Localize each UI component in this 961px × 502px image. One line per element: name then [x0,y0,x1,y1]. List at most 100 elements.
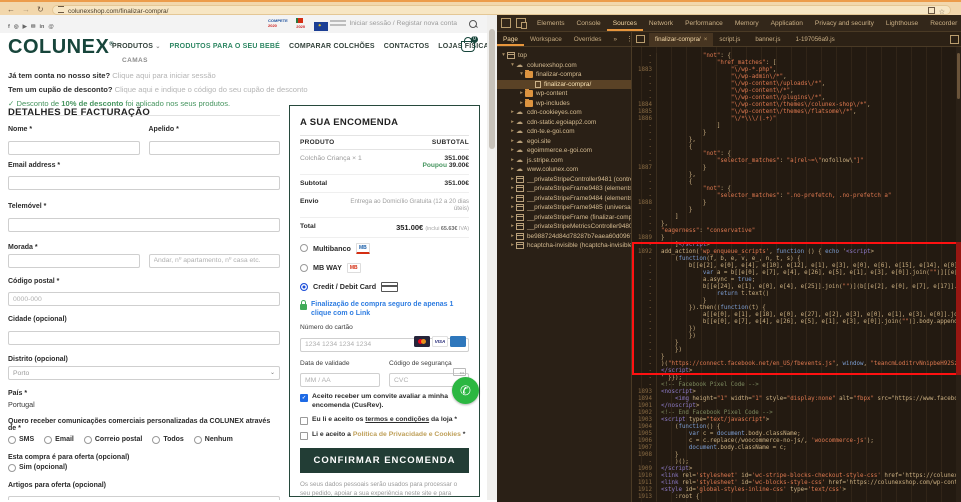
gift-items-field[interactable] [8,496,280,500]
line-number: - [632,74,657,81]
city-field[interactable] [8,331,280,345]
nav-item[interactable]: PRODUTOS ⌄ [112,43,161,50]
file-tree-item[interactable]: ▸js.stripe.com [497,156,631,166]
line-number: 1909 [632,466,657,473]
devtools-tab[interactable]: Console [571,16,607,31]
reload-icon[interactable]: ↻ [37,4,44,15]
file-tree-item[interactable]: ▸be988724d84d78287b7eaea60d0967d8 (final… [497,232,631,242]
gift-yes-radio[interactable]: Sim (opcional) [8,464,280,472]
devtools-tab[interactable]: Recorder [924,16,961,31]
editor-overflow-icon[interactable] [950,35,959,44]
comms-radio[interactable]: Correio postal [84,436,142,444]
devtools-tab[interactable]: Application [765,16,809,31]
file-tree-item[interactable]: ▾finalizar-compra [497,70,631,80]
toggle-navigator-icon[interactable] [636,35,645,43]
privacy-checkbox[interactable]: Li e aceito a Política de Privacidade e … [300,431,469,440]
nav-item[interactable]: CONTACTOS [384,43,430,50]
scrollbar-thumb[interactable] [957,53,960,99]
email-field[interactable] [8,176,280,190]
code-editor[interactable]: - "not": {- "href_matches": [1883 "\/wp-… [632,47,961,502]
file-tree-item[interactable]: ▸__privateStripeFrame9484 (elements-inne… [497,194,631,204]
devtools-tab[interactable]: Sources [607,16,643,31]
line-number: - [632,354,657,361]
device-toolbar-icon[interactable] [516,18,526,28]
back-icon[interactable]: ← [7,4,15,15]
file-tree-item[interactable]: ▸__privateStripeMetricsController9480 (m… [497,222,631,232]
login-link[interactable]: Iniciar sessão / Registar nova conta [349,15,457,33]
file-tree-item[interactable]: ▸www.colunex.com [497,165,631,175]
first-name-field[interactable] [8,141,140,155]
expiry-field[interactable] [300,373,380,387]
last-name-field[interactable] [149,141,281,155]
site-logo[interactable]: COLUNEX® [8,36,114,59]
inspect-element-icon[interactable] [501,18,511,28]
payment-option[interactable]: Credit / Debit Card [300,277,469,296]
navigator-tab[interactable]: Page [497,33,524,46]
review-invite-checkbox[interactable]: ✓Aceito receber um convite avaliar a min… [300,393,469,410]
file-tree-item[interactable]: ▸egoi.site [497,137,631,147]
navigator-tab[interactable]: Overrides [568,33,608,46]
address-bar[interactable]: colunexshop.com/finalizar-compra/ ☆ [52,5,951,15]
coupon-toggle-link[interactable]: Clique aqui e indique o código do seu cu… [115,85,308,94]
editor-scrollbar[interactable] [956,47,961,502]
file-tab[interactable]: 1-197056a9.js [789,33,843,46]
district-select[interactable]: Porto⌄ [8,366,280,380]
scrollbar-thumb[interactable] [489,29,495,149]
postcode-field[interactable] [8,292,280,306]
file-tree-item[interactable]: ▸egoimmerce.e-goi.com [497,146,631,156]
file-tree-item[interactable]: ▸cdn-static.egoiapp2.com [497,118,631,128]
file-tree-item[interactable]: ▸cdn-te.e-goi.com [497,127,631,137]
file-tree-item[interactable]: ▸__privateStripeFrame9483 (elements-inne… [497,184,631,194]
page-scrollbar[interactable] [487,15,497,500]
devtools-tab[interactable]: Memory [729,16,765,31]
payment-option[interactable]: MB WAYMB [300,258,469,277]
file-tree-item[interactable]: ▸wp-includes [497,99,631,109]
address2-field[interactable] [149,254,281,268]
code-line: 1887 } [632,165,961,172]
login-toggle-link[interactable]: Clique aqui para iniciar sessão [112,71,215,80]
navigator-tab[interactable]: Workspace [524,33,568,46]
file-tree-item[interactable]: ▸cdn-cookieyes.com [497,108,631,118]
file-tree-item[interactable]: ▸__privateStripeFrame (finalizar-compra/… [497,213,631,223]
close-icon[interactable]: × [704,36,708,43]
payment-option[interactable]: MultibancoMB [300,238,469,258]
site-settings-icon[interactable] [58,6,64,13]
comms-radio[interactable]: SMS [8,436,34,444]
file-tree-item[interactable]: finalizar-compra/ [497,80,631,90]
navigator-tab[interactable]: » [608,33,624,46]
privacy-link[interactable]: Política de Privacidade e Cookies [353,431,461,438]
devtools-tab[interactable]: Lighthouse [880,16,924,31]
file-tree-item[interactable]: ▸__privateStripeFrame9485 (universal-lin… [497,203,631,213]
nav-item[interactable]: COMPARAR COLCHÕES [289,43,375,50]
nav-item[interactable]: PRODUTOS PARA O SEU BEBÉ [170,43,280,50]
comms-radio[interactable]: Todos [152,436,183,444]
devtools-tab[interactable]: Network [643,16,679,31]
terms-checkbox[interactable]: Eu li e aceito os termos e condições da … [300,416,469,425]
file-tree-item[interactable]: ▸wp-content [497,89,631,99]
file-tree-item[interactable]: ▾colunexshop.com [497,61,631,71]
file-tab[interactable]: banner.js [749,33,789,46]
file-tree-item[interactable]: ▾top [497,51,631,61]
comms-radio[interactable]: Email [44,436,74,444]
file-tab[interactable]: finalizar-compra/× [649,33,713,46]
devtools-tab[interactable]: Privacy and security [809,16,880,31]
devtools-tab[interactable]: Performance [679,16,729,31]
confirm-order-button[interactable]: CONFIRMAR ENCOMENDA [300,448,469,473]
devtools-tab[interactable]: Elements [531,16,571,31]
search-icon[interactable] [469,20,477,28]
chevron-down-icon: ⌄ [155,44,160,50]
line-number: - [632,228,657,235]
code-line: 1911<link rel='stylesheet' id='wc-blocks… [632,480,961,487]
cart-icon[interactable]: 0 [461,41,475,52]
file-tab[interactable]: script.js [713,33,749,46]
file-tree-item[interactable]: ▸__privateStripeController9481 (controll… [497,175,631,185]
forward-icon[interactable]: → [22,4,30,15]
comms-radio[interactable]: Nenhum [194,436,233,444]
translate-icon[interactable] [928,7,935,14]
file-tree-item[interactable]: ▸hcaptcha-invisible (hcaptcha-invisible-… [497,241,631,251]
address-field[interactable] [8,254,140,268]
whatsapp-button[interactable]: ✆ [452,377,479,404]
nav-submenu-camas[interactable]: CAMAS [122,57,148,64]
terms-link[interactable]: termos e condições [365,416,429,423]
phone-field[interactable] [8,218,280,232]
